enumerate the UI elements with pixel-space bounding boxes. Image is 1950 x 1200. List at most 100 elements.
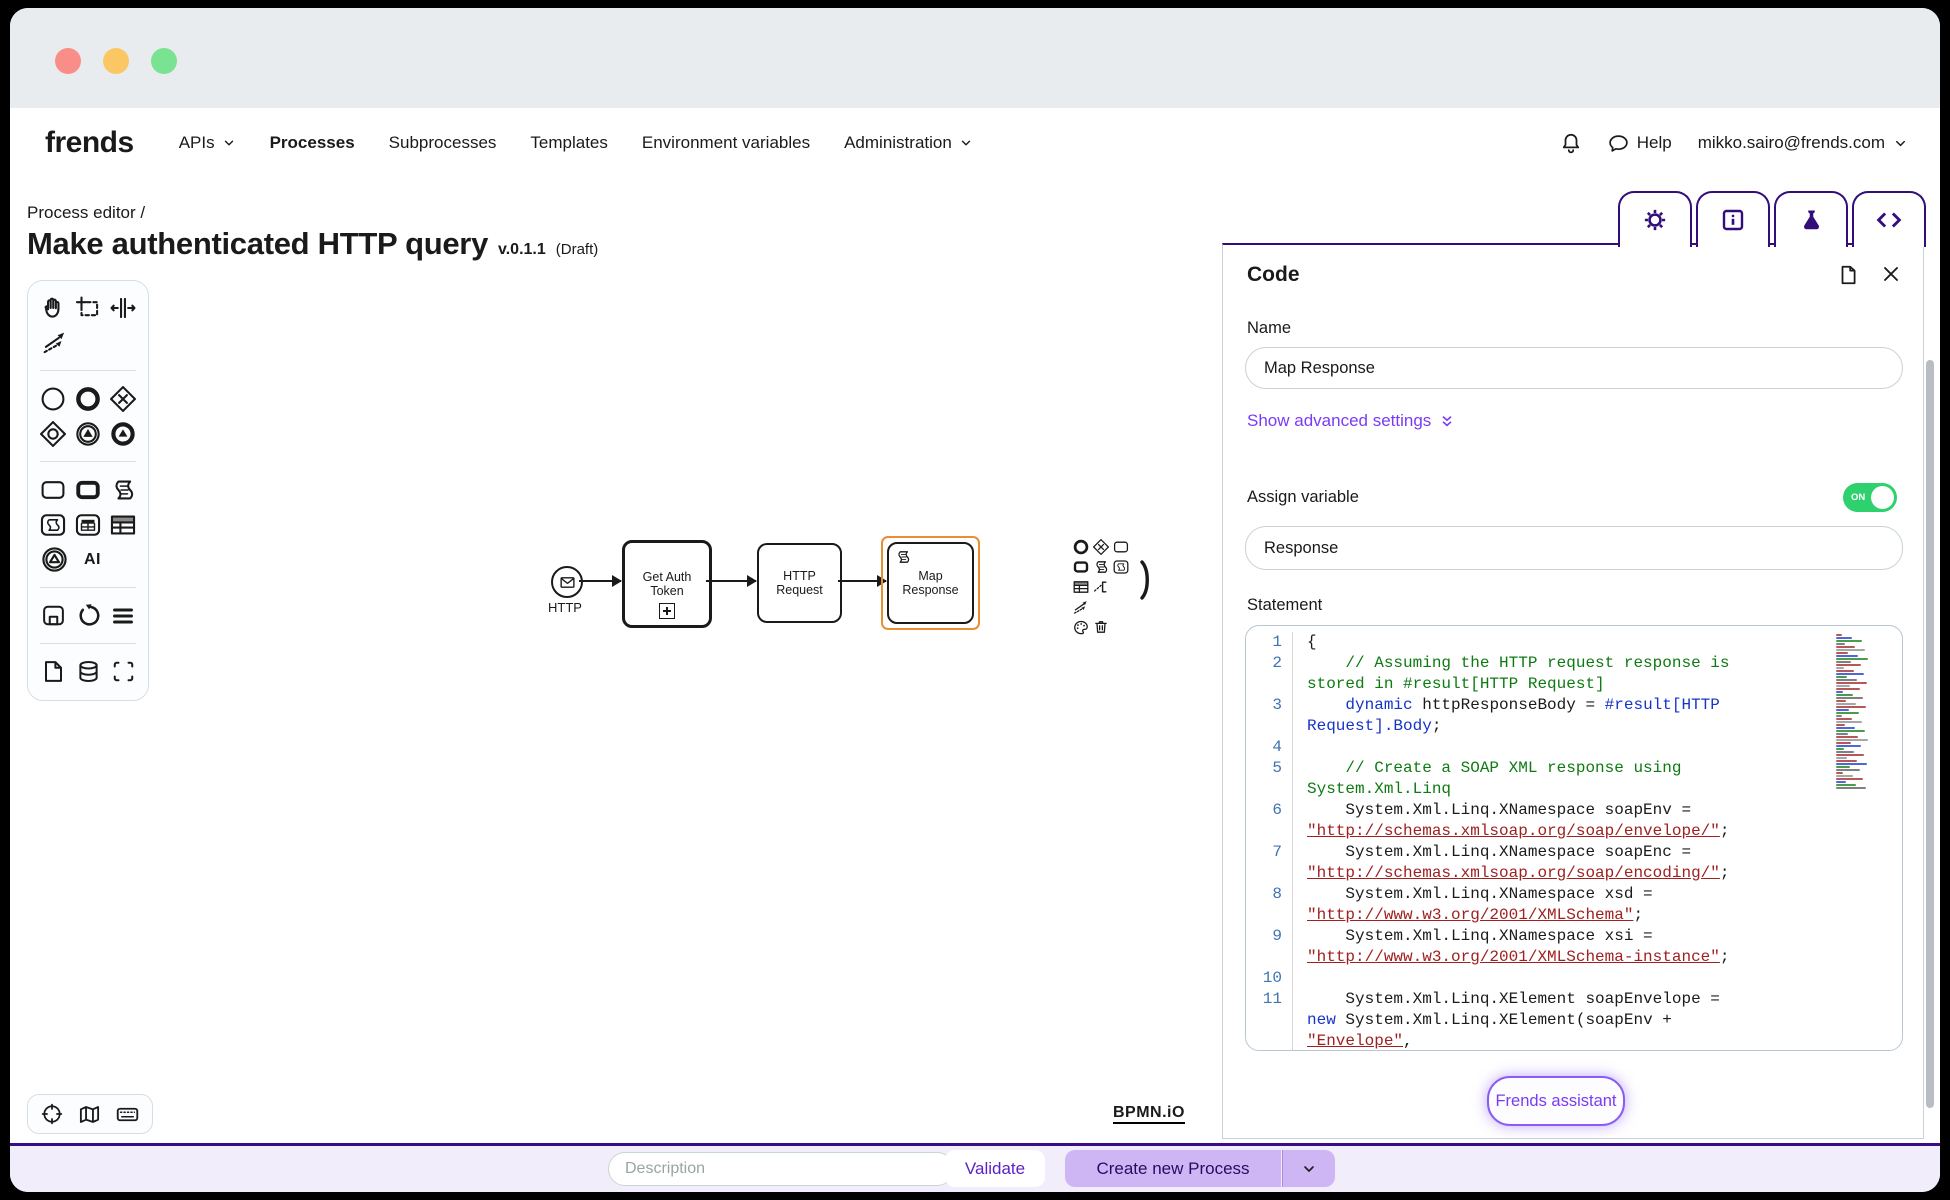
code-icon xyxy=(1876,207,1902,233)
append-task-icon[interactable] xyxy=(1113,539,1129,555)
tab-test[interactable] xyxy=(1774,191,1848,247)
multi-select-icon[interactable] xyxy=(110,657,136,686)
show-advanced-settings-link[interactable]: Show advanced settings xyxy=(1247,411,1455,431)
sequence-flow[interactable] xyxy=(579,580,621,582)
description-input[interactable]: Description xyxy=(608,1152,954,1186)
keyboard-shortcuts-icon[interactable] xyxy=(116,1103,139,1126)
nav-item-administration[interactable]: Administration xyxy=(844,133,973,153)
chevron-down-icon xyxy=(1893,136,1908,151)
menu-icon[interactable] xyxy=(110,601,136,630)
canvas-controls xyxy=(27,1094,153,1134)
window-close-button[interactable] xyxy=(55,48,81,74)
end-event-icon[interactable] xyxy=(75,384,101,413)
statement-code-editor[interactable]: 1{2 // Assuming the HTTP request respons… xyxy=(1245,625,1903,1051)
color-palette-icon[interactable] xyxy=(1073,619,1089,635)
frends-assistant-button[interactable]: Frends assistant xyxy=(1487,1076,1625,1126)
nav-item-templates[interactable]: Templates xyxy=(530,133,607,153)
append-intermediate-event-icon[interactable] xyxy=(1140,560,1154,600)
help-button[interactable]: Help xyxy=(1608,133,1672,154)
panel-title: Code xyxy=(1247,263,1300,287)
append-gateway-icon[interactable] xyxy=(1093,539,1109,555)
frends-logo[interactable]: frends xyxy=(45,126,134,160)
nav-item-processes[interactable]: Processes xyxy=(270,133,355,153)
variable-name-input[interactable]: Response xyxy=(1245,526,1903,570)
user-menu[interactable]: mikko.sairo@frends.com xyxy=(1698,133,1908,153)
subprocess-expand-icon[interactable] xyxy=(659,603,675,619)
panel-scrollbar[interactable] xyxy=(1926,360,1934,1108)
name-input[interactable]: Map Response xyxy=(1245,347,1903,389)
open-in-new-page-icon[interactable] xyxy=(1837,264,1859,286)
nav-item-environment-variables[interactable]: Environment variables xyxy=(642,133,810,153)
version-label: v.0.1.1 xyxy=(498,241,546,259)
code-minimap[interactable] xyxy=(1836,634,1874,789)
file-icon[interactable] xyxy=(40,657,66,686)
validate-button[interactable]: Validate xyxy=(945,1150,1045,1187)
script-icon[interactable] xyxy=(110,475,136,504)
center-view-icon[interactable] xyxy=(41,1103,63,1125)
global-connect-tool-icon[interactable] xyxy=(40,328,69,357)
tab-code[interactable] xyxy=(1852,191,1926,247)
notifications-bell-icon[interactable] xyxy=(1560,132,1582,154)
table-icon[interactable] xyxy=(110,510,136,539)
append-annotation-icon[interactable] xyxy=(1093,579,1109,595)
start-event-http[interactable] xyxy=(551,566,583,598)
sequence-flow[interactable] xyxy=(706,580,756,582)
hand-tool-icon[interactable] xyxy=(40,293,66,322)
append-table-icon[interactable] xyxy=(1073,579,1089,595)
double-chevron-down-icon xyxy=(1439,413,1455,429)
window-maximize-button[interactable] xyxy=(151,48,177,74)
conditional-gateway-icon[interactable] xyxy=(40,419,66,448)
call-activity-icon[interactable] xyxy=(75,475,101,504)
append-script-icon[interactable] xyxy=(1093,559,1109,575)
chevron-down-icon xyxy=(959,136,973,150)
ai-connector-icon[interactable]: AI xyxy=(78,545,107,574)
nav-item-subprocesses[interactable]: Subprocesses xyxy=(389,133,497,153)
window-minimize-button[interactable] xyxy=(103,48,129,74)
save-icon[interactable] xyxy=(40,601,66,630)
create-process-dropdown-button[interactable] xyxy=(1282,1150,1335,1187)
node-http-request[interactable]: HTTP Request xyxy=(757,543,842,623)
chevron-down-icon xyxy=(1301,1161,1317,1177)
append-script-task-icon[interactable] xyxy=(1113,559,1129,575)
palette-separator xyxy=(40,643,136,644)
trigger-outline-icon[interactable] xyxy=(40,545,69,574)
code-panel: Code Name Map Response Show advanced set… xyxy=(1222,243,1924,1139)
append-end-event-icon[interactable] xyxy=(1073,539,1089,555)
gateway-icon[interactable] xyxy=(110,384,136,413)
delete-icon[interactable] xyxy=(1093,619,1109,635)
close-icon[interactable] xyxy=(1881,264,1901,284)
end-trigger-event-icon[interactable] xyxy=(110,419,136,448)
footer-bar: Description Validate Create new Process xyxy=(10,1143,1940,1192)
undo-icon[interactable] xyxy=(75,601,101,630)
table-task-icon[interactable] xyxy=(75,510,101,539)
nav-item-apis[interactable]: APIs xyxy=(179,133,236,153)
create-new-process-button[interactable]: Create new Process xyxy=(1065,1150,1281,1187)
tab-info[interactable] xyxy=(1696,191,1770,247)
intermediate-catch-event-icon[interactable] xyxy=(75,419,101,448)
lasso-tool-icon[interactable] xyxy=(75,293,101,322)
node-get-auth-token[interactable]: Get Auth Token xyxy=(622,540,712,628)
info-icon xyxy=(1721,208,1745,232)
status-draft: (Draft) xyxy=(556,241,599,258)
append-call-activity-icon[interactable] xyxy=(1073,559,1089,575)
minimap-toggle-icon[interactable] xyxy=(78,1103,101,1126)
palette-separator xyxy=(40,461,136,462)
assign-variable-toggle[interactable]: ON xyxy=(1843,483,1897,512)
task-icon[interactable] xyxy=(40,475,66,504)
toggle-knob xyxy=(1871,486,1894,509)
flask-icon xyxy=(1799,208,1824,233)
page-title: Make authenticated HTTP query xyxy=(27,226,488,262)
connect-tool-icon[interactable] xyxy=(1073,599,1089,615)
space-tool-icon[interactable] xyxy=(110,293,136,322)
sequence-flow[interactable] xyxy=(838,580,886,582)
bpmn-palette: AI xyxy=(27,280,149,701)
palette-separator xyxy=(40,370,136,371)
node-map-response[interactable]: Map Response xyxy=(887,542,974,624)
breadcrumb[interactable]: Process editor / xyxy=(27,203,145,223)
chevron-down-icon xyxy=(222,136,236,150)
script-task-icon[interactable] xyxy=(40,510,66,539)
start-event-icon[interactable] xyxy=(40,384,66,413)
database-icon[interactable] xyxy=(75,657,101,686)
tab-settings[interactable] xyxy=(1618,191,1692,247)
bpmn-io-watermark[interactable]: BPMN.iO xyxy=(1113,1104,1185,1124)
